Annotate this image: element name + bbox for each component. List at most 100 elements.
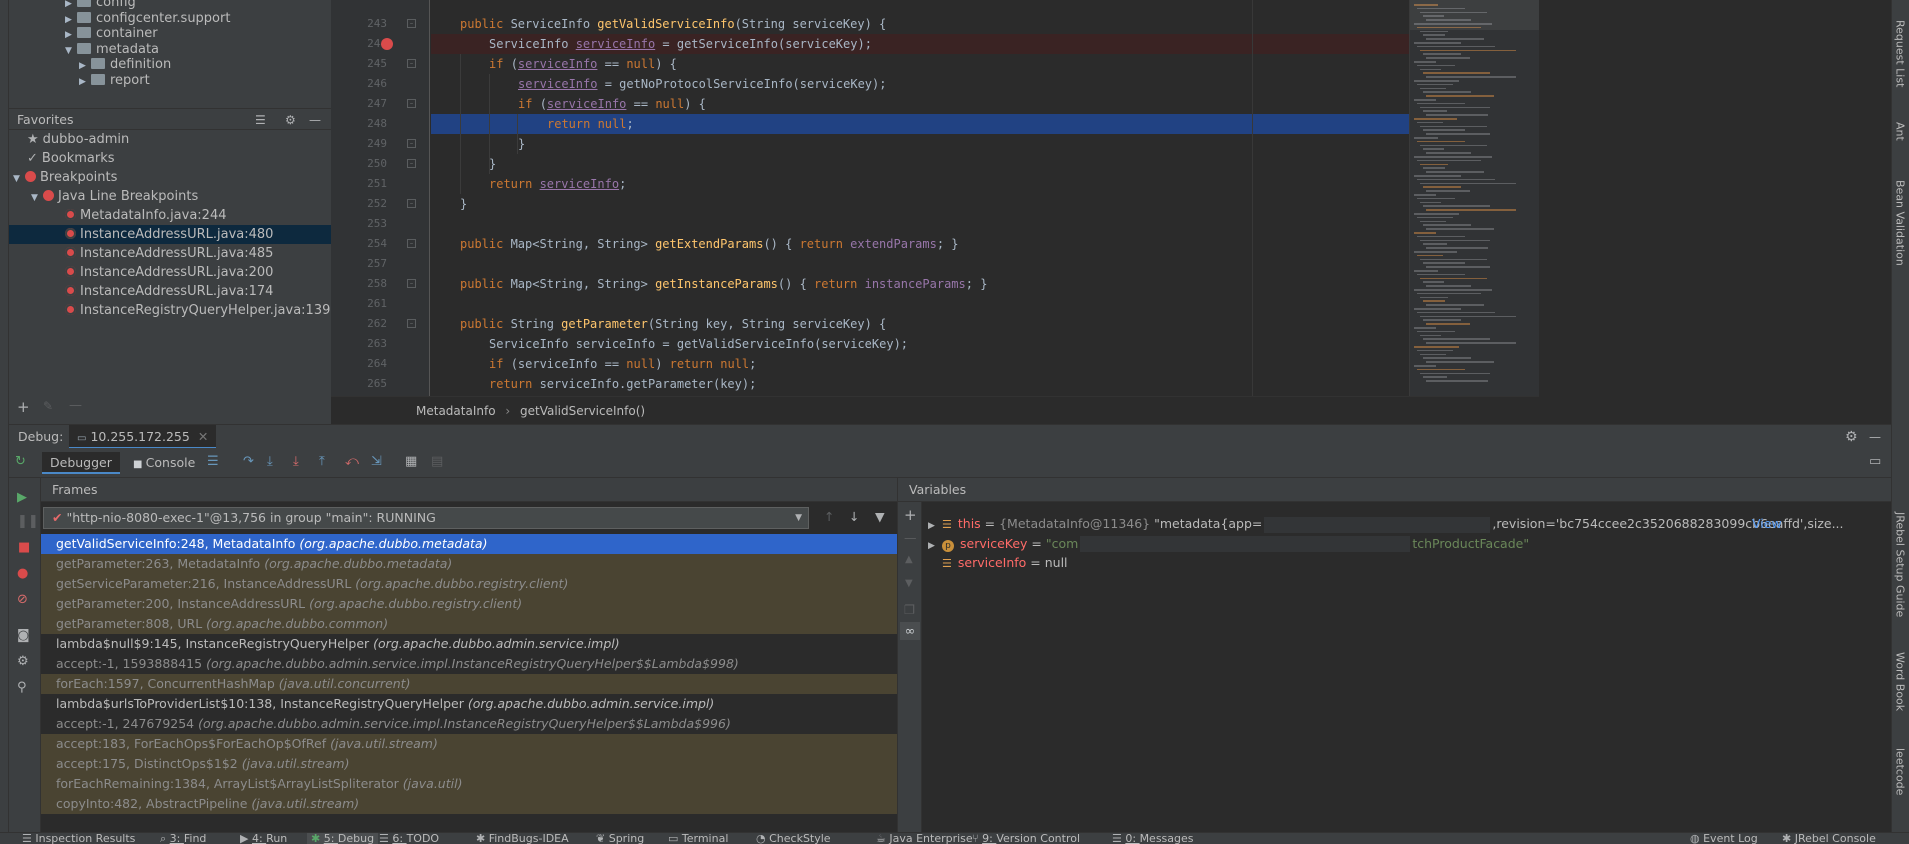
add-watch-icon[interactable]: + xyxy=(904,506,917,524)
view-link[interactable]: View xyxy=(1752,514,1782,533)
drop-frame-icon[interactable]: ⤺ xyxy=(345,454,359,469)
breakpoint-icon[interactable] xyxy=(381,37,393,50)
fold-marker-icon[interactable]: – xyxy=(407,58,416,68)
settings-icon[interactable]: ⚙ xyxy=(17,654,29,669)
fold-marker-icon[interactable]: – xyxy=(407,238,416,248)
run-to-cursor-icon[interactable]: ⇲ xyxy=(371,454,382,469)
code-line[interactable]: public Map<String, String> getInstancePa… xyxy=(460,274,987,294)
frame-row[interactable]: getParameter:808, URL (org.apache.dubbo.… xyxy=(41,614,897,634)
favorites-item[interactable]: InstanceAddressURL.java:485 xyxy=(9,244,331,263)
debug-session-tab[interactable]: ▭ 10.255.172.255 ✕ xyxy=(69,425,217,449)
favorites-item[interactable]: ✓ Bookmarks xyxy=(9,149,331,168)
fold-marker-icon[interactable]: – xyxy=(407,198,416,208)
pause-icon[interactable]: ❚❚ xyxy=(17,514,39,529)
favorites-item[interactable]: ▼ Breakpoints xyxy=(9,168,331,187)
frame-row[interactable]: lambda$urlsToProviderList$10:138, Instan… xyxy=(41,694,897,714)
move-up-icon[interactable]: ▲ xyxy=(905,554,913,565)
frame-row[interactable]: accept:-1, 247679254 (org.apache.dubbo.a… xyxy=(41,714,897,734)
fold-marker-icon[interactable]: – xyxy=(407,18,416,28)
code-line[interactable]: } xyxy=(489,154,496,174)
breadcrumb-class[interactable]: MetadataInfo xyxy=(416,404,496,418)
favorites-item[interactable]: ▼ Java Line Breakpoints xyxy=(9,187,331,206)
tab-debugger[interactable]: Debugger xyxy=(42,452,120,474)
status-tab-todo[interactable]: ☰ 6: TODO xyxy=(379,833,439,844)
frame-row[interactable]: forEach:1597, ConcurrentHashMap (java.ut… xyxy=(41,674,897,694)
code-line[interactable]: if (serviceInfo == null) { xyxy=(489,54,677,74)
force-step-into-icon[interactable]: ⤓ xyxy=(293,454,299,469)
code-line[interactable]: } xyxy=(460,194,467,214)
filter-icon[interactable]: ▼ xyxy=(875,509,885,524)
status-tab-version-control[interactable]: ⑂ 9: Version Control xyxy=(972,833,1080,844)
status-tab-inspection-results[interactable]: ☰ Inspection Results xyxy=(22,833,135,844)
gear-icon[interactable]: ⚙ xyxy=(1845,425,1858,449)
frame-row[interactable]: getParameter:263, MetadataInfo (org.apac… xyxy=(41,554,897,574)
code-line[interactable]: return serviceInfo; xyxy=(489,174,626,194)
remove-watch-icon[interactable]: — xyxy=(904,530,917,545)
camera-icon[interactable]: ◙ xyxy=(17,628,30,643)
code-line[interactable]: ServiceInfo serviceInfo = getValidServic… xyxy=(489,334,908,354)
tab-word-book[interactable]: Word Book xyxy=(1891,652,1909,732)
threads-icon[interactable]: ☰ xyxy=(207,454,219,469)
status-tab-debug[interactable]: ✱ 5: Debug xyxy=(307,833,379,844)
move-down-icon[interactable]: ▼ xyxy=(905,578,913,589)
step-into-icon[interactable]: ⤓ xyxy=(267,454,273,469)
code-line[interactable]: return null; xyxy=(547,114,634,134)
minimize-icon[interactable]: — xyxy=(309,109,321,131)
status-tab-run[interactable]: ▶ 4: Run xyxy=(240,833,287,844)
status-tab-terminal[interactable]: ▭ Terminal xyxy=(668,833,728,844)
tab-console[interactable]: ■ Console xyxy=(129,452,199,474)
gear-icon[interactable]: ⚙ xyxy=(285,109,296,131)
tab-ant[interactable]: Ant xyxy=(1891,122,1909,162)
mute-breakpoints-icon[interactable]: ⊘ xyxy=(17,592,28,607)
fold-marker-icon[interactable]: – xyxy=(407,318,416,328)
fold-marker-icon[interactable]: – xyxy=(407,138,416,148)
code-minimap[interactable] xyxy=(1409,0,1539,396)
tab-bean-validation[interactable]: Bean Validation xyxy=(1891,180,1909,290)
status-tab-java-enterprise[interactable]: ☕ Java Enterprise xyxy=(876,833,973,844)
add-icon[interactable]: + xyxy=(17,398,30,416)
status-tab-findbugs-idea[interactable]: ✱ FindBugs-IDEA xyxy=(476,833,569,844)
favorites-item[interactable]: InstanceAddressURL.java:174 xyxy=(9,282,331,301)
resume-icon[interactable]: ▶ xyxy=(17,490,27,505)
arrow-down-icon[interactable]: ↓ xyxy=(849,509,859,524)
chevron-right-icon[interactable]: ▶ xyxy=(79,73,91,92)
variable-row[interactable]: ☰ serviceInfo = null xyxy=(928,553,1888,572)
frame-row[interactable]: lambda$null$9:145, InstanceRegistryQuery… xyxy=(41,634,897,654)
edit-icon[interactable]: ✎ xyxy=(43,399,53,413)
stop-icon[interactable]: ■ xyxy=(18,540,30,555)
status-tab-checkstyle[interactable]: ◔ CheckStyle xyxy=(756,833,831,844)
code-line[interactable]: public Map<String, String> getExtendPara… xyxy=(460,234,959,254)
tree-item[interactable]: ▶ report xyxy=(79,71,150,90)
code-line[interactable]: if (serviceInfo == null) return null; xyxy=(489,354,756,374)
collapse-icon[interactable]: ☰ xyxy=(255,109,266,131)
code-line[interactable]: public String getParameter(String key, S… xyxy=(460,314,886,334)
favorites-item[interactable]: MetadataInfo.java:244 xyxy=(9,206,331,225)
code-line[interactable]: public ServiceInfo getValidServiceInfo(S… xyxy=(460,14,886,34)
frame-row[interactable]: getServiceParameter:216, InstanceAddress… xyxy=(41,574,897,594)
arrow-up-icon[interactable]: ↑ xyxy=(824,509,834,524)
status-tab-event-log[interactable]: ◍ Event Log xyxy=(1690,833,1758,844)
minimize-icon[interactable]: — xyxy=(1869,425,1881,449)
fold-marker-icon[interactable]: – xyxy=(407,278,416,288)
favorites-item[interactable]: InstanceRegistryQueryHelper.java:139 xyxy=(9,301,331,320)
close-icon[interactable]: ✕ xyxy=(198,429,208,444)
step-out-icon[interactable]: ⤒ xyxy=(319,454,325,469)
step-over-icon[interactable]: ↷ xyxy=(243,454,254,469)
frame-row[interactable]: getParameter:200, InstanceAddressURL (or… xyxy=(41,594,897,614)
status-tab-spring[interactable]: ❦ Spring xyxy=(596,833,644,844)
favorites-item[interactable]: ★ dubbo-admin xyxy=(9,130,331,149)
code-line[interactable]: } xyxy=(518,134,525,154)
tab-request-list[interactable]: Request List xyxy=(1891,20,1909,110)
frame-row[interactable]: getValidServiceInfo:248, MetadataInfo (o… xyxy=(41,534,897,554)
frame-row[interactable]: accept:175, DistinctOps$1$2 (java.util.s… xyxy=(41,754,897,774)
code-line[interactable]: if (serviceInfo == null) { xyxy=(518,94,706,114)
code-line[interactable]: return serviceInfo.getParameter(key); xyxy=(489,374,756,394)
rerun-icon[interactable]: ↻ xyxy=(15,454,26,469)
code-editor[interactable]: public ServiceInfo getValidServiceInfo(S… xyxy=(431,0,1409,396)
fold-marker-icon[interactable]: – xyxy=(407,158,416,168)
code-line[interactable]: serviceInfo = getNoProtocolServiceInfo(s… xyxy=(518,74,886,94)
variable-row[interactable]: ▶ ☰ this = {MetadataInfo@11346} "metadata{… xyxy=(928,514,1888,533)
remove-icon[interactable]: — xyxy=(69,398,82,413)
tab-jrebel-setup-guide[interactable]: JRebel Setup Guide xyxy=(1891,512,1909,642)
view-breakpoints-icon[interactable]: ● xyxy=(17,566,28,581)
